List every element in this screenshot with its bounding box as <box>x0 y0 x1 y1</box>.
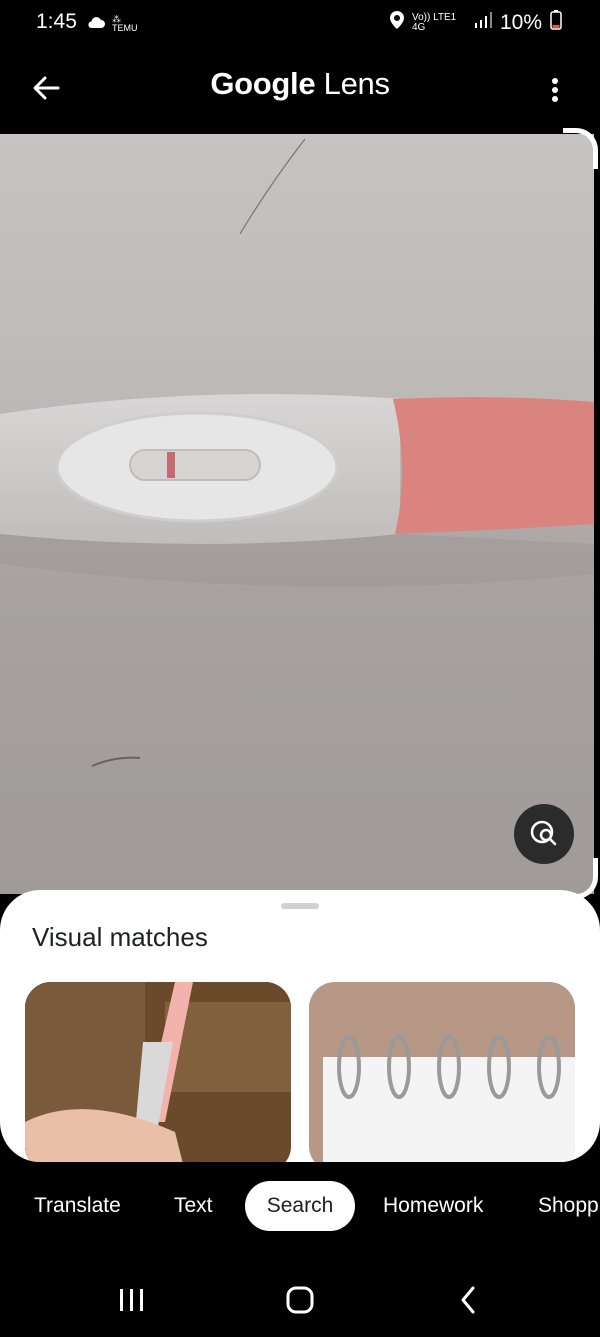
status-time: 1:45 <box>36 10 77 33</box>
back-icon <box>461 1286 475 1314</box>
visual-match-card[interactable] <box>25 982 291 1162</box>
temu-notification-icon: ⁂ TEMU <box>112 14 138 33</box>
title-google: Google <box>210 66 316 101</box>
status-bar: 1:45 ⁂ TEMU Vo)) LTE1 4G 10% <box>0 0 600 50</box>
visual-match-card[interactable] <box>309 982 575 1162</box>
navigation-bar <box>0 1252 600 1337</box>
cloud-icon <box>86 15 106 34</box>
location-icon <box>389 11 404 35</box>
tab-search[interactable]: Search <box>245 1181 355 1231</box>
sheet-drag-handle[interactable] <box>281 903 319 909</box>
captured-photo[interactable] <box>0 134 594 894</box>
top-bar: Google Lens <box>0 50 600 134</box>
match-thumbnail <box>25 982 291 1162</box>
mode-tabs: Translate Text Search Homework Shopp <box>0 1162 600 1252</box>
recents-button[interactable] <box>102 1270 162 1330</box>
tab-homework[interactable]: Homework <box>383 1181 483 1231</box>
results-sheet[interactable]: Visual matches <box>0 890 600 1162</box>
lens-search-icon <box>530 820 557 846</box>
page-title: Google Lens <box>0 66 600 102</box>
lens-search-button[interactable] <box>514 804 574 864</box>
more-vert-icon <box>552 78 558 102</box>
back-nav-button[interactable] <box>438 1270 498 1330</box>
tab-translate[interactable]: Translate <box>34 1181 121 1231</box>
tab-shopping[interactable]: Shopp <box>538 1181 599 1231</box>
title-lens: Lens <box>323 66 390 101</box>
home-button[interactable] <box>270 1270 330 1330</box>
home-icon <box>286 1286 314 1314</box>
sheet-title: Visual matches <box>32 922 208 952</box>
signal-icon <box>474 11 492 35</box>
match-thumbnail <box>309 982 575 1162</box>
network-label: Vo)) LTE1 4G <box>411 12 457 33</box>
pregnancy-test-image <box>0 138 594 767</box>
tab-text[interactable]: Text <box>174 1181 213 1231</box>
battery-low-icon <box>550 10 562 36</box>
recents-icon <box>120 1289 143 1311</box>
more-options-button[interactable] <box>540 70 570 110</box>
battery-percent: 10% <box>499 11 542 34</box>
